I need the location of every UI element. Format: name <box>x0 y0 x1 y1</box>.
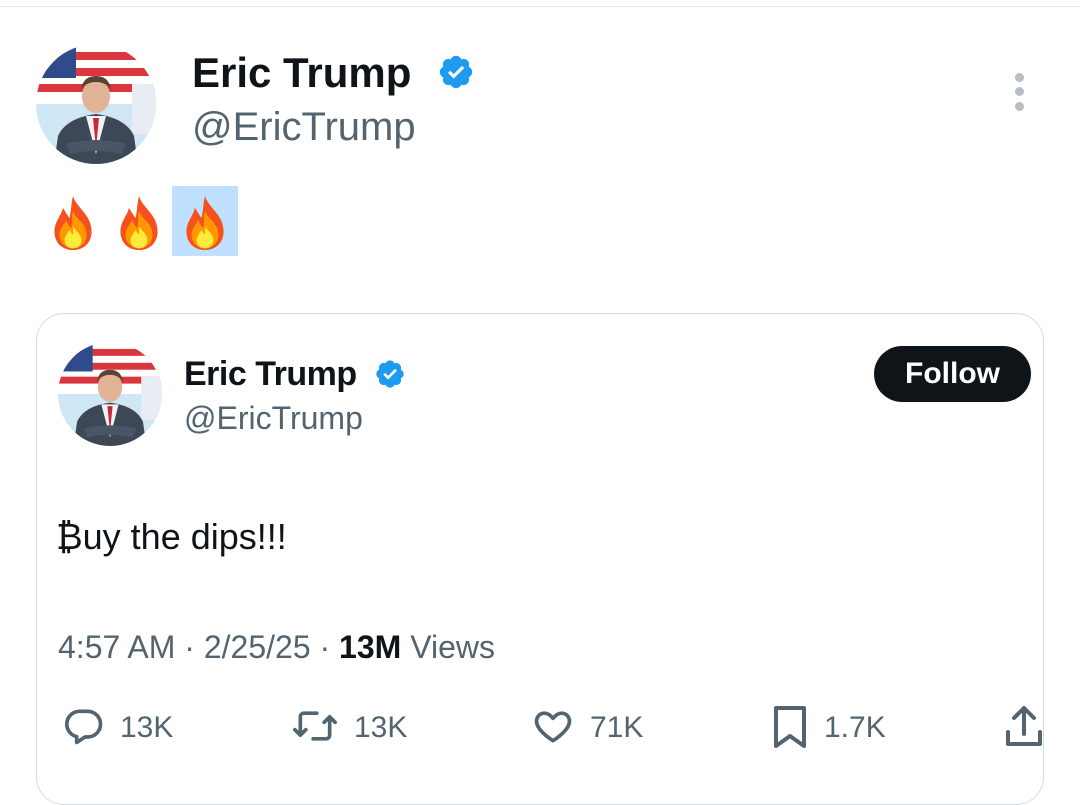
top-divider <box>0 6 1080 7</box>
quoted-author-name[interactable]: Eric Trump <box>184 352 357 396</box>
tweet-metadata: 4:57 AM · 2/25/25 · 13M Views <box>58 624 495 670</box>
action-bar: 13K 13K 71K 1.7K <box>0 700 1080 760</box>
fire-emoji: 🔥 <box>106 186 172 256</box>
like-button[interactable]: 71K <box>530 700 643 756</box>
more-options-icon[interactable] <box>1006 70 1034 114</box>
repost-icon <box>290 704 340 753</box>
bookmark-count: 1.7K <box>824 711 886 744</box>
share-button[interactable] <box>1002 700 1046 756</box>
bookmark-icon <box>770 702 810 755</box>
tweet-date[interactable]: 2/25/25 <box>204 629 311 665</box>
verified-badge-icon[interactable] <box>437 53 475 91</box>
fire-emoji-selected: 🔥 <box>172 186 238 256</box>
quoted-tweet-text: ₿uy the dips!!! <box>56 516 287 557</box>
reply-button[interactable]: 13K <box>62 700 173 756</box>
author-name[interactable]: Eric Trump <box>192 48 411 98</box>
quoted-author-handle[interactable]: @EricTrump <box>184 396 363 440</box>
author-handle[interactable]: @EricTrump <box>192 102 416 152</box>
views-label: Views <box>410 629 495 665</box>
fire-emoji: 🔥 <box>40 186 106 256</box>
tweet-text: 🔥🔥🔥 <box>40 186 238 256</box>
bookmark-button[interactable]: 1.7K <box>770 700 886 756</box>
reply-icon <box>62 704 106 753</box>
repost-button[interactable]: 13K <box>290 700 407 756</box>
separator: · <box>184 629 195 665</box>
heart-icon <box>530 704 576 753</box>
follow-button[interactable]: Follow <box>874 346 1031 402</box>
views-count: 13M <box>339 629 402 665</box>
quoted-author-avatar[interactable] <box>58 342 162 446</box>
like-count: 71K <box>590 711 644 744</box>
verified-badge-icon[interactable] <box>374 358 406 390</box>
tweet-time[interactable]: 4:57 AM <box>58 629 175 665</box>
author-avatar[interactable] <box>36 44 156 164</box>
repost-count: 13K <box>354 711 408 744</box>
share-icon <box>1002 702 1046 755</box>
separator: · <box>319 629 331 665</box>
reply-count: 13K <box>120 711 174 744</box>
